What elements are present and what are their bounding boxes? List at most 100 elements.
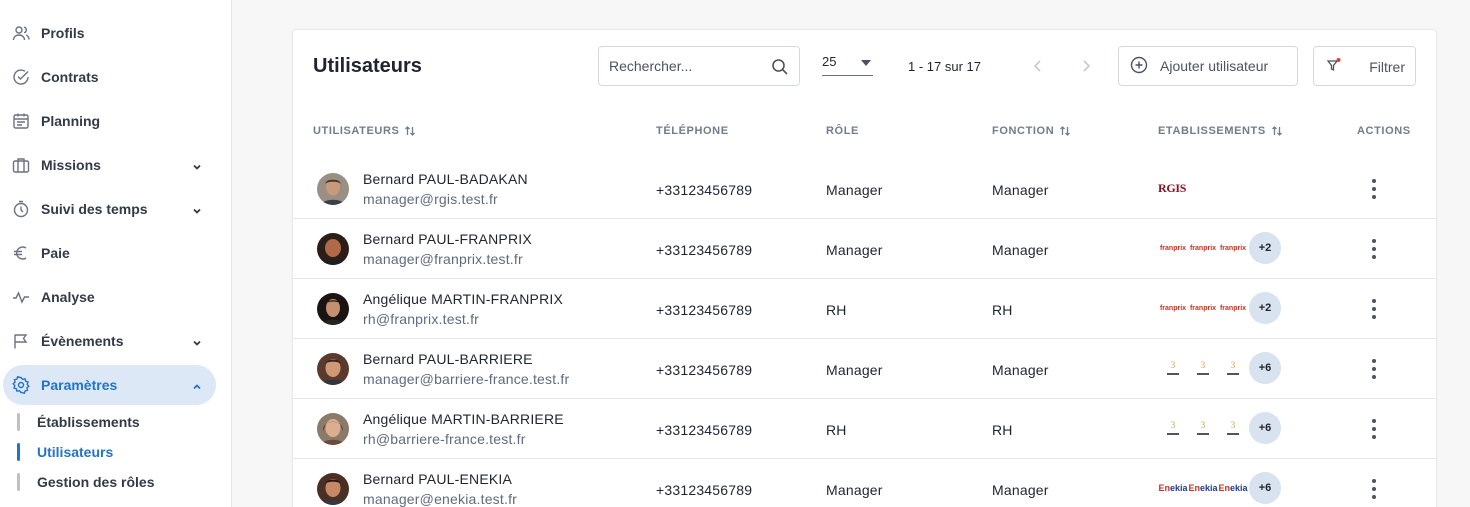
franprix-logo: franprix (1189, 304, 1217, 312)
svg-text:3: 3 (1201, 420, 1206, 430)
svg-text:3: 3 (1171, 420, 1176, 430)
briefcase-icon (12, 156, 30, 174)
user-name: Bernard PAUL-FRANPRIX (363, 231, 532, 247)
user-role: Manager (826, 482, 883, 498)
user-name: Angélique MARTIN-FRANPRIX (363, 291, 564, 307)
sidebar-item-label: Suivi des temps (41, 201, 148, 217)
sidebar-subitem-etablissements[interactable]: Établissements (17, 411, 140, 433)
calendar-icon (12, 112, 30, 130)
column-header-label: TÉLÉPHONE (656, 125, 729, 137)
more-establishments-badge[interactable]: +2 (1249, 232, 1281, 264)
more-establishments-badge[interactable]: +6 (1249, 352, 1281, 384)
sidebar-item-analyse[interactable]: Analyse (0, 277, 216, 317)
chevron-left-icon (1033, 60, 1041, 72)
user-function: Manager (992, 182, 1049, 198)
sidebar-item-evenements[interactable]: Évènements (0, 321, 216, 361)
add-user-button[interactable]: Ajouter utilisateur (1118, 46, 1298, 86)
sidebar-item-parametres[interactable]: Paramètres (3, 365, 216, 405)
column-header-establishments: ETABLISSEMENTS (1158, 125, 1283, 137)
row-actions-button[interactable] (1365, 358, 1383, 380)
avatar (317, 353, 349, 385)
sidebar-item-planning[interactable]: Planning (0, 101, 216, 141)
sidebar-item-suivi-des-temps[interactable]: Suivi des temps (0, 189, 216, 229)
check-circle-icon (12, 68, 30, 86)
per-page-select[interactable]: 25 (822, 48, 873, 76)
table-row[interactable]: Bernard PAUL-ENEKIA manager@enekia.test.… (293, 459, 1436, 507)
sidebar-item-label: Missions (41, 157, 101, 173)
subitem-indicator (17, 473, 20, 491)
search-icon[interactable] (771, 58, 789, 76)
sidebar-subitem-utilisateurs[interactable]: Utilisateurs (17, 441, 113, 463)
column-header-actions: ACTIONS (1357, 125, 1411, 137)
user-function: RH (992, 422, 1013, 438)
avatar (317, 413, 349, 445)
chevron-down-icon (192, 335, 202, 346)
plus-circle-icon (1130, 56, 1148, 77)
user-email: manager@rgis.test.fr (363, 191, 498, 207)
column-header-label: UTILISATEURS (313, 125, 400, 137)
user-email: rh@franprix.test.fr (363, 311, 480, 327)
user-email: manager@enekia.test.fr (363, 491, 518, 507)
timer-icon (12, 200, 30, 218)
more-establishments-badge[interactable]: +6 (1249, 412, 1281, 444)
row-actions-button[interactable] (1365, 418, 1383, 440)
filter-button[interactable]: Filtrer (1313, 46, 1416, 86)
establishments-list: 3 3 3 +6 (1158, 412, 1281, 444)
row-actions-button[interactable] (1365, 478, 1383, 500)
search-input[interactable] (609, 58, 759, 74)
sidebar-item-contrats[interactable]: Contrats (0, 57, 216, 97)
next-page-button[interactable] (1078, 56, 1094, 76)
add-user-label: Ajouter utilisateur (1160, 58, 1269, 74)
row-actions-button[interactable] (1365, 298, 1383, 320)
sort-icon[interactable] (1059, 125, 1071, 137)
franprix-logo: franprix (1189, 244, 1217, 252)
establishments-list: Enekia Enekia Enekia +6 (1158, 472, 1281, 504)
column-header-label: ACTIONS (1357, 125, 1411, 137)
table-row[interactable]: Angélique MARTIN-BARRIERE rh@barriere-fr… (293, 399, 1436, 459)
flag-icon (12, 332, 30, 350)
user-role: Manager (826, 182, 883, 198)
more-establishments-badge[interactable]: +2 (1249, 292, 1281, 324)
sidebar-item-paie[interactable]: Paie (0, 233, 216, 273)
sidebar-subitem-label: Utilisateurs (37, 444, 114, 460)
more-establishments-badge[interactable]: +6 (1249, 472, 1281, 504)
pagination-range: 1 - 17 sur 17 (908, 59, 981, 74)
user-name: Angélique MARTIN-BARRIERE (363, 411, 564, 427)
column-header-phone: TÉLÉPHONE (656, 125, 729, 137)
prev-page-button[interactable] (1030, 56, 1046, 76)
subitem-indicator (17, 413, 20, 431)
enekia-logo: Enekia (1158, 483, 1188, 493)
user-role: RH (826, 302, 847, 318)
barriere-logo: 3 (1197, 360, 1209, 375)
users-icon (12, 24, 30, 42)
euro-icon (12, 244, 30, 262)
sidebar-item-missions[interactable]: Missions (0, 145, 216, 185)
filter-icon (1325, 56, 1343, 77)
sidebar: Profils Contrats Planning Missions Suivi… (0, 0, 232, 507)
svg-text:Enekia: Enekia (1158, 483, 1188, 493)
user-role: Manager (826, 362, 883, 378)
sort-icon[interactable] (1271, 125, 1283, 137)
table-row[interactable]: Angélique MARTIN-FRANPRIX rh@franprix.te… (293, 279, 1436, 339)
svg-text:3: 3 (1171, 360, 1176, 370)
column-header-label: RÔLE (826, 125, 859, 137)
table-row[interactable]: Bernard PAUL-BADAKAN manager@rgis.test.f… (293, 159, 1436, 219)
sort-icon[interactable] (404, 125, 416, 137)
user-name: Bernard PAUL-ENEKIA (363, 471, 513, 487)
user-role: Manager (826, 242, 883, 258)
user-email: rh@barriere-france.test.fr (363, 431, 526, 447)
table-row[interactable]: Bernard PAUL-FRANPRIX manager@franprix.t… (293, 219, 1436, 279)
gear-icon (12, 376, 30, 394)
table-row[interactable]: Bernard PAUL-BARRIERE manager@barriere-f… (293, 339, 1436, 399)
barriere-logo: 3 (1167, 420, 1179, 435)
establishments-list: RGIS (1158, 172, 1186, 204)
sidebar-item-label: Évènements (41, 333, 124, 349)
chevron-up-icon (192, 379, 202, 390)
column-header-label: FONCTION (992, 125, 1055, 137)
sidebar-subitem-label: Établissements (37, 414, 140, 430)
row-actions-button[interactable] (1365, 238, 1383, 260)
sidebar-subitem-gestion-des-roles[interactable]: Gestion des rôles (17, 471, 154, 493)
row-actions-button[interactable] (1365, 178, 1383, 200)
avatar (317, 173, 349, 205)
sidebar-item-profils[interactable]: Profils (0, 13, 216, 53)
